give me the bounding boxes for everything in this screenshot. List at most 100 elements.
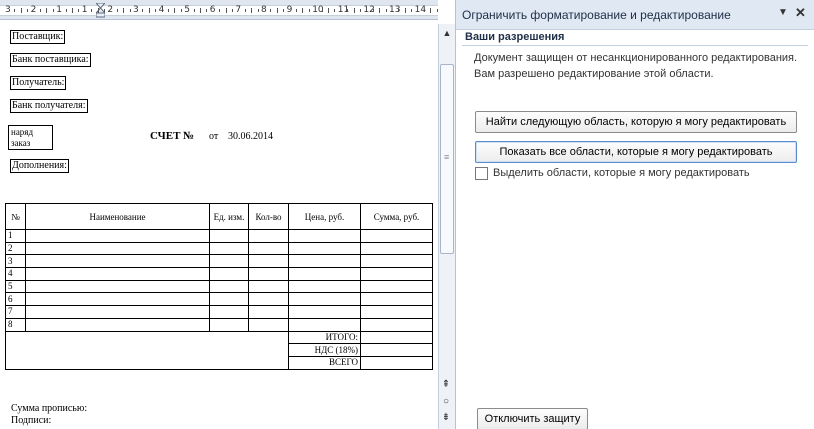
ruler-tick xyxy=(411,9,413,12)
ruler-tick xyxy=(283,9,285,12)
scroll-thumb[interactable]: ≡ xyxy=(440,64,454,254)
ruler-number: 1 xyxy=(56,5,62,15)
ruler-tick xyxy=(398,9,400,12)
show-all-regions-button[interactable]: Показать все области, которые я могу ред… xyxy=(475,141,797,163)
highlight-regions-checkbox[interactable] xyxy=(475,167,488,180)
protection-message: Документ защищен от несанкционированного… xyxy=(474,52,798,64)
disable-protection-button[interactable]: Отключить защиту xyxy=(477,408,588,429)
ruler-tick xyxy=(257,9,259,12)
table-row[interactable]: 1 xyxy=(5,229,433,243)
ruler-tick xyxy=(232,9,233,12)
recipient-label[interactable]: Получатель: xyxy=(10,76,67,90)
ruler-tick xyxy=(65,9,67,12)
total-row: ИТОГО: xyxy=(5,330,433,370)
invoice-date: 30.06.2014 xyxy=(228,131,273,142)
chevron-down-icon[interactable]: ▼ xyxy=(778,7,788,18)
ruler-tick xyxy=(97,8,99,13)
col-header-sum: Сумма, руб. xyxy=(360,203,433,230)
ruler-tick xyxy=(72,8,73,13)
row-number: 8 xyxy=(5,317,26,332)
ruler-tick xyxy=(78,9,80,12)
ruler-tick xyxy=(40,9,41,12)
total-value[interactable] xyxy=(360,330,433,345)
ruler-tick xyxy=(116,9,118,12)
select-browse-object-icon[interactable]: ○ xyxy=(439,395,453,409)
supplier-bank-label[interactable]: Банк поставщика: xyxy=(10,53,91,67)
supplier-label[interactable]: Поставщик: xyxy=(10,30,66,44)
col-header-number: № xyxy=(5,203,26,230)
row-number: 5 xyxy=(5,279,26,294)
ruler-tick xyxy=(14,9,16,12)
recipient-bank-label[interactable]: Банк получателя: xyxy=(10,99,88,113)
ruler-tick xyxy=(296,9,297,12)
ruler-number: 9 xyxy=(286,5,293,15)
order-box[interactable]: наряд заказ xyxy=(8,125,53,150)
ruler-tick xyxy=(52,9,54,12)
scroll-up-icon[interactable]: ▲ xyxy=(439,26,455,40)
ruler-number: 7 xyxy=(235,5,242,15)
ruler-tick xyxy=(91,9,93,12)
table-row[interactable]: 7 xyxy=(5,305,433,319)
pane-title: Ограничить форматирование и редактирован… xyxy=(462,8,731,22)
table-row[interactable]: 5 xyxy=(5,279,433,294)
ruler-number: 2 xyxy=(107,5,114,15)
ruler-tick xyxy=(321,9,323,12)
signatures-label: Подписи: xyxy=(11,415,52,426)
table-row[interactable]: 3 xyxy=(5,254,433,269)
invoice-title: СЧЕТ № xyxy=(150,130,195,142)
row-number: 3 xyxy=(5,254,26,269)
ruler-tick xyxy=(200,8,201,13)
ruler-tick xyxy=(168,9,169,12)
sum-in-words-label: Сумма прописью: xyxy=(11,403,88,414)
previous-page-icon[interactable]: ⇞ xyxy=(439,378,453,392)
ruler-tick xyxy=(142,9,144,12)
ruler-number: 1 xyxy=(81,5,88,15)
vat-value[interactable] xyxy=(360,343,433,357)
ruler-tick xyxy=(328,8,329,13)
total-label: ИТОГО: xyxy=(288,330,361,345)
ruler-tick xyxy=(385,9,387,12)
table-row[interactable]: 6 xyxy=(5,292,433,307)
document-vertical-scrollbar[interactable]: ▲ ≡ xyxy=(438,24,455,429)
grip-icon: ≡ xyxy=(444,152,450,162)
ruler-tick xyxy=(155,9,157,12)
horizontal-ruler[interactable]: 321123456789101112131415 xyxy=(0,0,438,20)
ruler-tick xyxy=(379,8,381,13)
grand-total-value[interactable] xyxy=(360,355,433,370)
ruler-tick xyxy=(430,8,432,13)
document-area[interactable]: 321123456789101112131415 ⌘ Поставщик: Ба… xyxy=(0,0,438,429)
ruler-tick xyxy=(225,8,227,13)
ruler-tick xyxy=(334,9,336,12)
ruler-tick xyxy=(360,9,361,12)
col-header-name: Наименование xyxy=(25,203,210,230)
table-row[interactable]: 8 xyxy=(5,317,433,332)
ruler-tick xyxy=(347,9,349,12)
highlight-regions-label[interactable]: Выделить области, которые я могу редакти… xyxy=(493,167,750,179)
pane-header: Ограничить форматирование и редактирован… xyxy=(456,0,814,30)
permission-message: Вам разрешено редактирование этой област… xyxy=(474,68,714,80)
ruler-tick xyxy=(206,9,208,12)
table-body: 1 2 3 4 5 6 7 8 ИТОГО: НДС (18%) ВСЕГО xyxy=(5,229,433,370)
col-header-price: Цена, руб. xyxy=(288,203,361,230)
ruler-tick xyxy=(27,9,29,12)
table-row[interactable]: 2 xyxy=(5,241,433,256)
ruler-tick xyxy=(180,9,182,12)
additions-label[interactable]: Дополнения: xyxy=(10,159,69,173)
find-next-region-button[interactable]: Найти следующую область, которую я могу … xyxy=(475,111,797,133)
row-number: 6 xyxy=(5,292,26,307)
row-number: 1 xyxy=(5,229,26,243)
row-number: 2 xyxy=(5,241,26,256)
order-line-1: наряд xyxy=(11,127,34,137)
ruler-tick xyxy=(276,8,278,13)
close-icon[interactable]: ✕ xyxy=(795,5,806,21)
restrict-editing-pane: Ограничить форматирование и редактирован… xyxy=(455,0,814,429)
ruler-tick xyxy=(219,9,221,12)
table-row[interactable]: 4 xyxy=(5,267,433,281)
ruler-tick xyxy=(46,8,48,13)
ruler-tick xyxy=(251,8,253,13)
ruler-tick xyxy=(20,8,22,13)
ruler-tick xyxy=(193,9,195,12)
next-page-icon[interactable]: ⇟ xyxy=(439,411,453,425)
ruler-tick xyxy=(404,8,406,13)
browse-controls: ⇞ ○ ⇟ xyxy=(437,378,455,429)
